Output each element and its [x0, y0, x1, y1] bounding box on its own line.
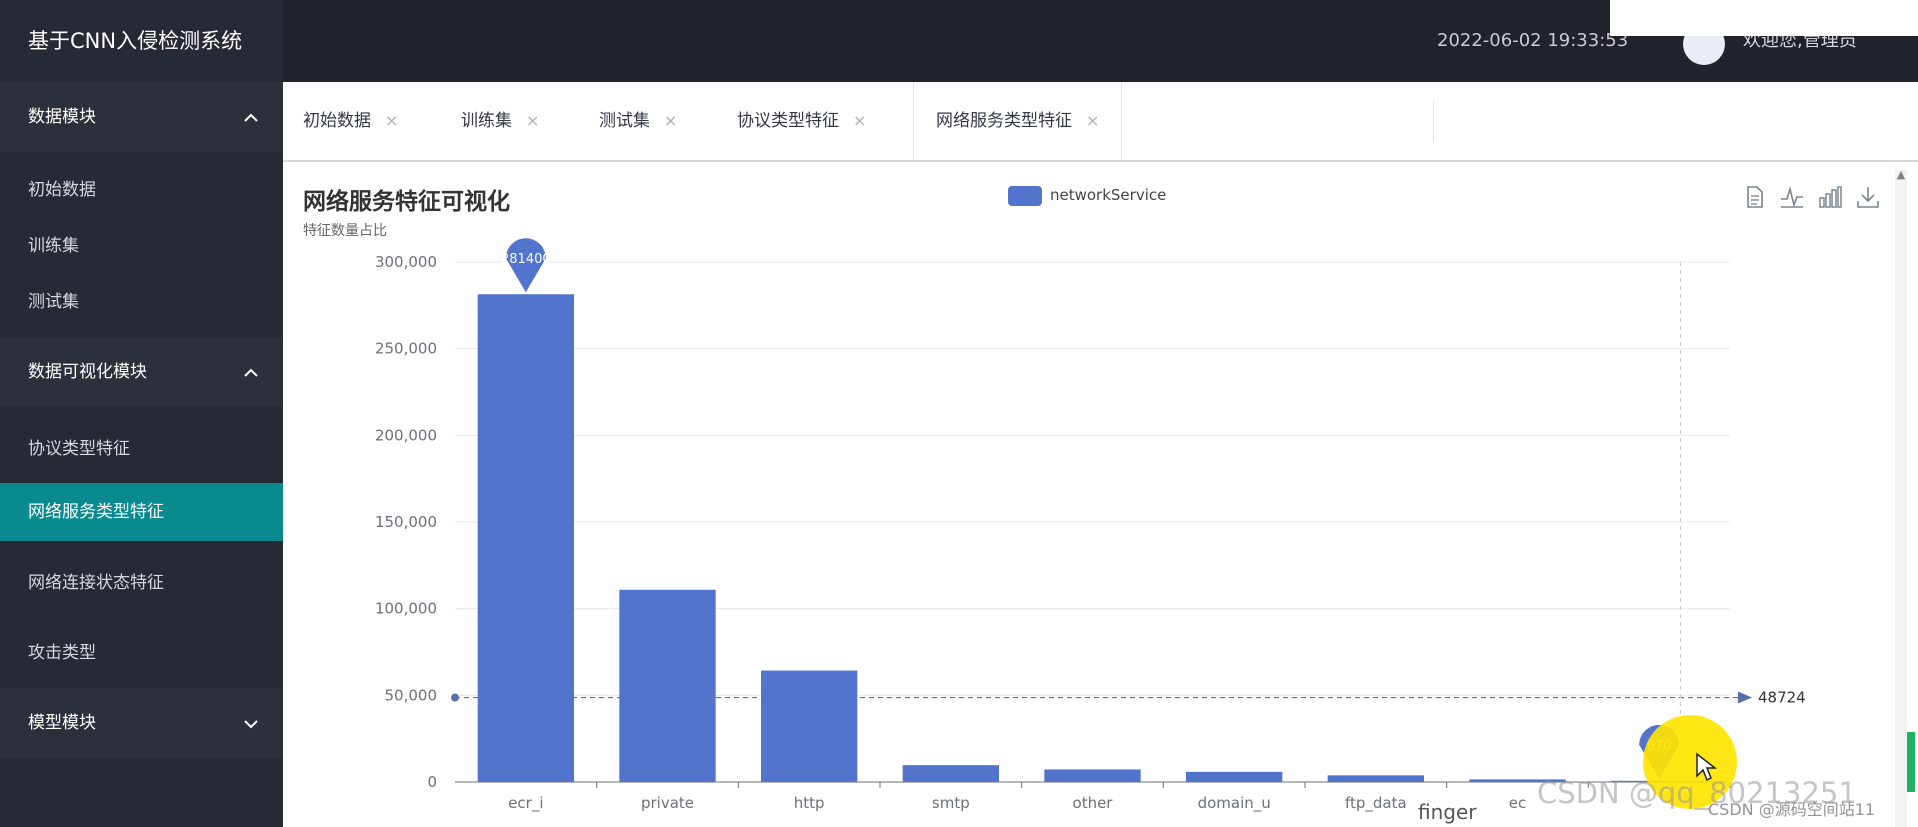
sidebar-item-protocol-type[interactable]: 协议类型特征 [0, 415, 283, 483]
close-icon[interactable]: × [664, 82, 677, 160]
chevron-down-icon [244, 720, 258, 729]
sidebar-group-label: 数据模块 [28, 107, 96, 127]
y-tick-label: 250,000 [375, 340, 437, 358]
bar [619, 589, 716, 782]
bar [902, 765, 999, 782]
tab-label: 初始数据 [303, 111, 371, 131]
tab-initial-data[interactable]: 初始数据 × [303, 82, 398, 160]
chevron-up-icon [244, 368, 258, 377]
x-tick-label: smtp [932, 794, 970, 812]
close-icon[interactable]: × [1086, 82, 1099, 160]
mark-line-label: 48724 [1758, 689, 1806, 707]
y-tick-label: 300,000 [375, 253, 437, 271]
close-icon[interactable]: × [526, 82, 539, 160]
chevron-up-icon [244, 113, 258, 122]
close-icon[interactable]: × [385, 82, 398, 160]
x-tick-label: ec [1509, 794, 1526, 812]
watermark-sub: CSDN @源码空间站11 [1708, 800, 1876, 819]
y-tick-label: 0 [427, 773, 437, 791]
x-tick-label: ftp_data [1345, 794, 1407, 813]
sidebar-item-label: 初始数据 [28, 180, 96, 200]
bar [1186, 771, 1283, 782]
x-tick-label: domain_u [1198, 794, 1271, 813]
sidebar-item-attack-type[interactable]: 攻击类型 [0, 618, 283, 688]
bar [477, 294, 574, 782]
sidebar-group-label: 数据可视化模块 [28, 362, 147, 382]
tab-label: 协议类型特征 [737, 111, 839, 131]
y-tick-label: 50,000 [385, 686, 438, 704]
category-label-finger: finger [1418, 800, 1477, 824]
scroll-up-icon[interactable]: ▲ [1895, 168, 1907, 182]
datetime-display: 2022-06-02 19:33:53 [1437, 30, 1629, 51]
x-tick-label: http [794, 794, 825, 812]
x-tick-label: ecr_i [508, 794, 543, 813]
side-accent [1907, 732, 1915, 792]
blank-overlay [1610, 0, 1918, 36]
sidebar: 数据模块 初始数据 训练集 测试集 数据可视化模块 协议类型特征 网络服务类型特… [0, 82, 283, 827]
x-tick-label: private [641, 794, 694, 812]
bar-chart[interactable]: 0 50,000 100,000 150,000 200,000 250,000 300,0… [283, 162, 1893, 827]
mark-point-label: 281400 [501, 252, 551, 267]
sidebar-item-initial-data[interactable]: 初始数据 [0, 162, 283, 218]
sidebar-item-network-service[interactable]: 网络服务类型特征 [0, 483, 283, 541]
tab-bar: 初始数据 × 训练集 × 测试集 × 协议类型特征 × 网络服务类型特征 × [283, 82, 1918, 162]
tab-label: 测试集 [599, 111, 650, 131]
y-tick-label: 100,000 [375, 600, 437, 618]
bar [761, 670, 858, 782]
bar [1327, 775, 1424, 782]
bar [1044, 769, 1141, 782]
mark-line-arrow [1738, 691, 1752, 704]
tab-network-service[interactable]: 网络服务类型特征 × [913, 82, 1123, 160]
sidebar-group-label: 模型模块 [28, 713, 96, 733]
tab-label: 网络服务类型特征 [936, 111, 1072, 131]
tab-training-set[interactable]: 训练集 × [461, 82, 539, 160]
sidebar-group-model[interactable]: 模型模块 [0, 688, 283, 758]
sidebar-item-test-set[interactable]: 测试集 [0, 274, 283, 330]
y-tick-label: 200,000 [375, 426, 437, 444]
sidebar-item-label: 测试集 [28, 292, 79, 312]
tab-divider [1433, 100, 1434, 142]
tab-label: 训练集 [461, 111, 512, 131]
close-icon[interactable]: × [853, 82, 866, 160]
sidebar-item-label: 网络连接状态特征 [28, 573, 164, 593]
sidebar-item-label: 训练集 [28, 236, 79, 256]
sidebar-item-label: 协议类型特征 [28, 439, 130, 459]
sidebar-group-visualization[interactable]: 数据可视化模块 [0, 337, 283, 407]
x-tick-label: other [1073, 794, 1114, 812]
top-bar: 基于CNN入侵检测系统 2022-06-02 19:33:53 欢迎您,管理员 [0, 0, 1918, 82]
sidebar-item-label: 网络服务类型特征 [28, 502, 164, 522]
tab-test-set[interactable]: 测试集 × [599, 82, 677, 160]
scrollbar[interactable] [1895, 170, 1907, 827]
sidebar-item-connection-state[interactable]: 网络连接状态特征 [0, 548, 283, 618]
tab-protocol-type[interactable]: 协议类型特征 × [737, 82, 866, 160]
y-tick-label: 150,000 [375, 513, 437, 531]
sidebar-group-data[interactable]: 数据模块 [0, 82, 283, 152]
sidebar-item-label: 攻击类型 [28, 643, 96, 663]
sidebar-item-training-set[interactable]: 训练集 [0, 218, 283, 274]
app-title: 基于CNN入侵检测系统 [0, 0, 282, 82]
